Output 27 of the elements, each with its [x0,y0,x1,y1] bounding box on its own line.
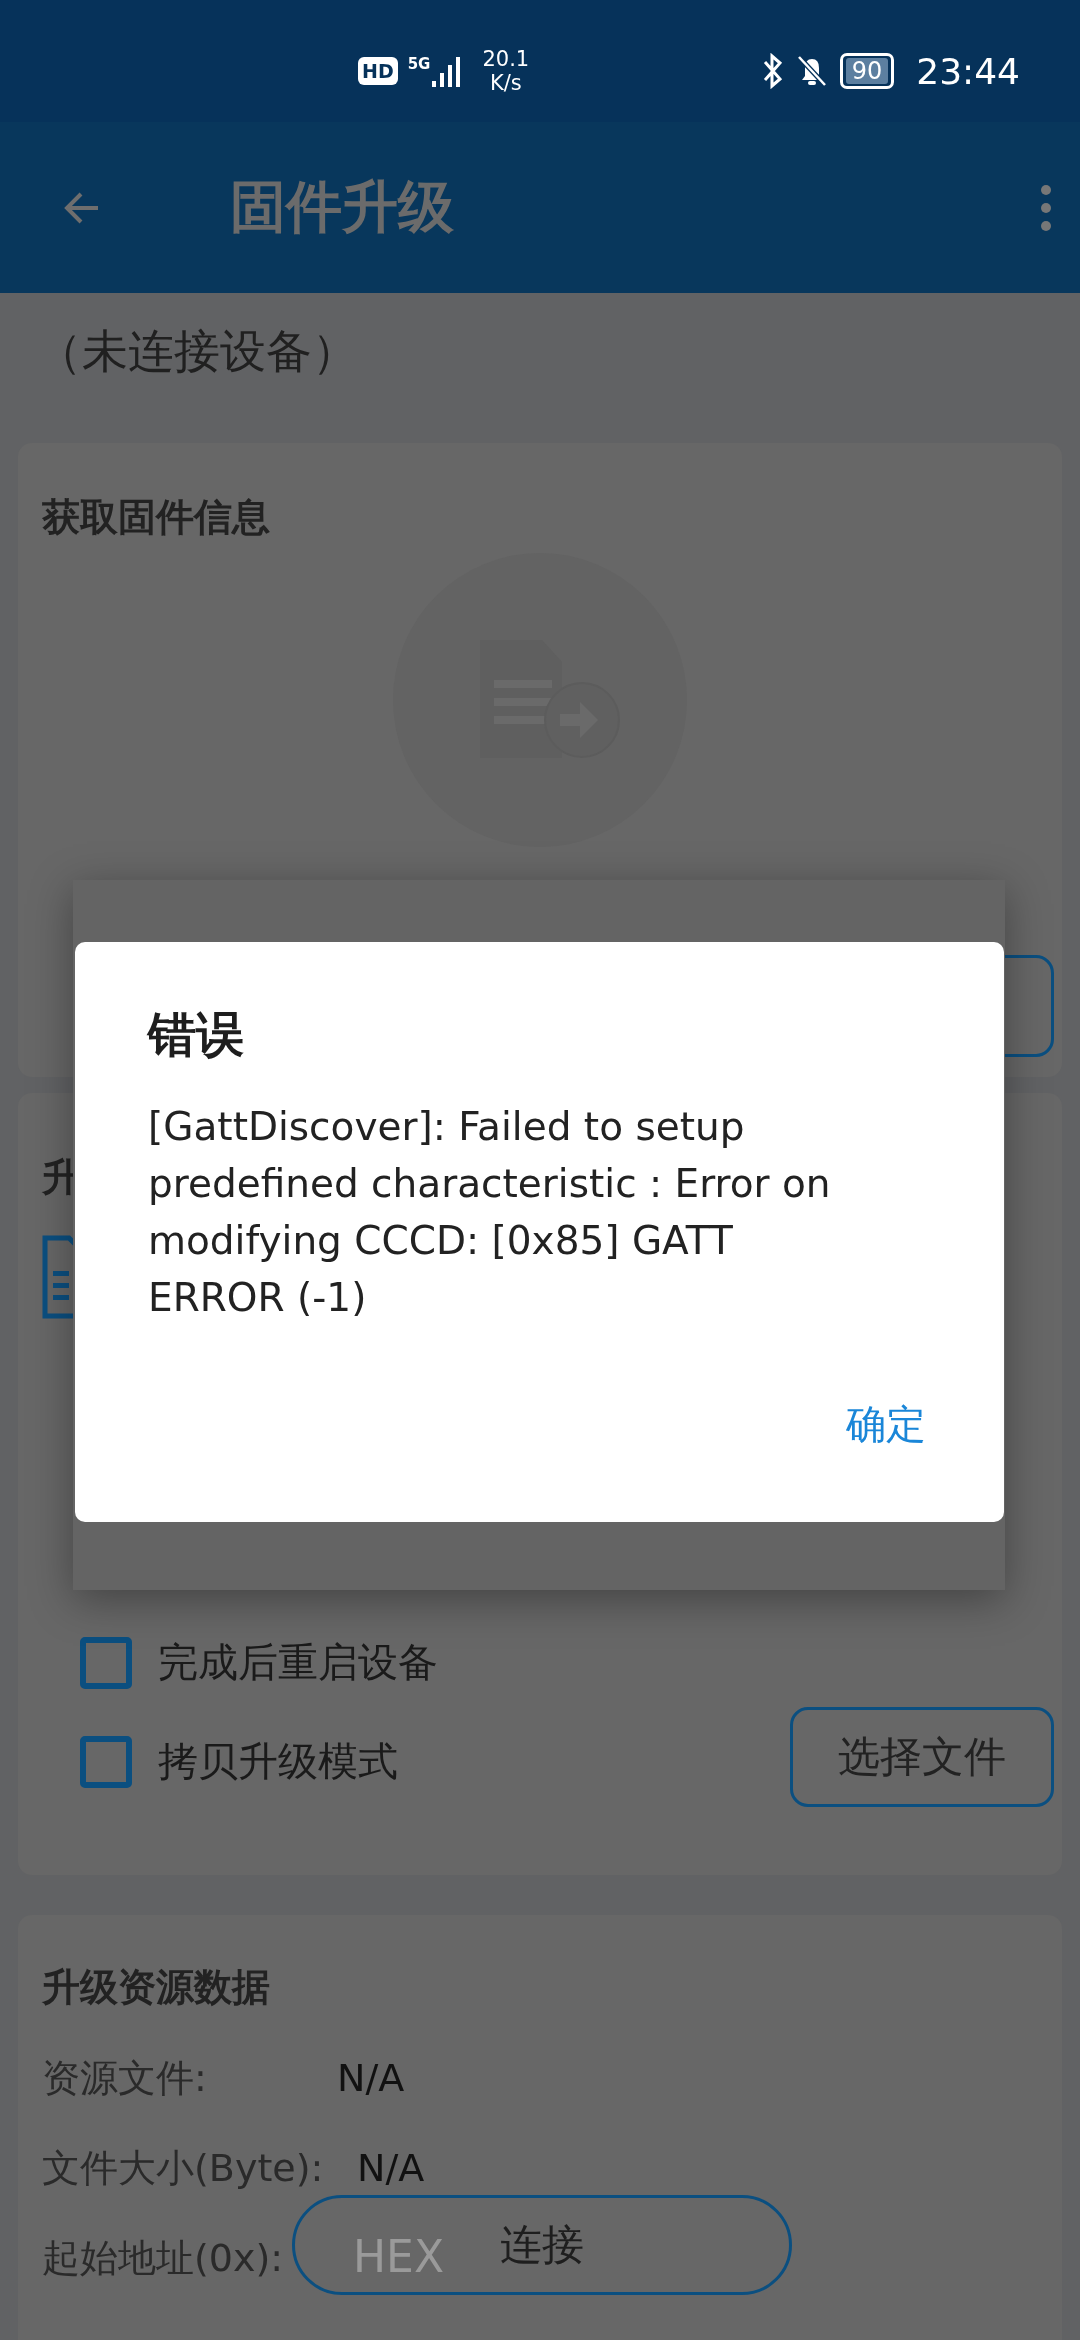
checkbox[interactable] [80,1735,132,1788]
field-value: N/A [357,2146,425,2190]
speed-unit: K/s [489,71,522,95]
screen-title: 固件升级 [230,172,454,241]
dialog-title: 错误 [148,1005,245,1064]
field-label: 资源文件: [42,2054,208,2102]
card-title: 获取固件信息 [42,494,270,541]
field-label: 文件大小(Byte): [42,2144,325,2192]
field-value: N/A [337,2056,405,2100]
card-title: 升级资源数据 [42,1964,270,2011]
hd-badge: HD [358,57,398,85]
battery-level: 90 [845,58,889,84]
checkbox-label: 完成后重启设备 [158,1638,438,1687]
network-label: 5G [407,55,431,73]
back-arrow-icon[interactable] [64,190,100,225]
select-file-button[interactable]: 选择文件 [790,1707,1054,1807]
connection-status: （未连接设备） [36,323,359,380]
error-message: [GattDiscover]: Failed to setup predefined characteristic : Error on modifying CCCD: [0x85] GATT ERROR (-1) [148,1103,832,1322]
checkbox[interactable] [80,1636,132,1689]
bluetooth-icon [761,53,784,89]
speed-value: 20.1 [482,47,530,71]
field-label: 起始地址(0x): [42,2234,285,2282]
confirm-button[interactable]: 确定 [840,1387,932,1462]
bell-off-icon [795,54,828,88]
clock: 23:44 [916,50,1020,92]
checkbox-label: 拷贝升级模式 [158,1737,398,1786]
more-menu-icon[interactable] [1040,183,1052,232]
